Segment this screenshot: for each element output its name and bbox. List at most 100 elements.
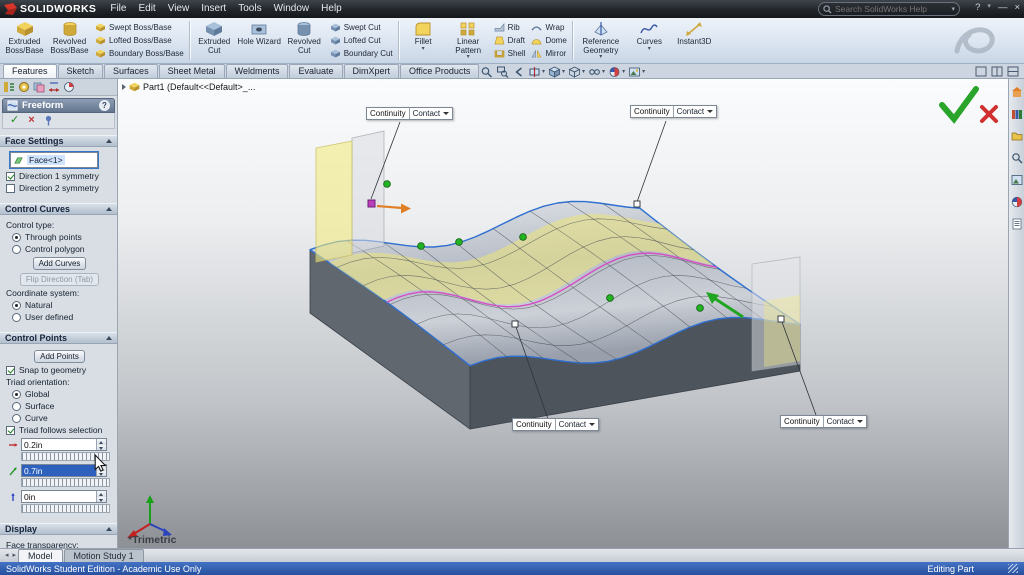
view-orientation-button[interactable]: ▾ <box>548 66 565 78</box>
rib-button[interactable]: Rib <box>494 23 526 32</box>
natural-radio[interactable]: Natural <box>12 300 113 310</box>
draft-button[interactable]: Draft <box>494 36 526 45</box>
section-control-curves[interactable]: Control Curves <box>0 203 117 215</box>
offset-z-input[interactable] <box>22 491 96 502</box>
selected-control-point[interactable] <box>367 199 376 208</box>
extruded-boss-button[interactable]: Extruded Boss/Base <box>2 19 47 62</box>
radio-icon[interactable] <box>12 300 21 310</box>
selected-face[interactable]: Face<1> <box>27 155 65 165</box>
offset-z-slider[interactable] <box>21 504 110 513</box>
offset-y-input[interactable] <box>22 465 96 476</box>
dimxpertmanager-icon[interactable] <box>48 81 60 93</box>
mirror-button[interactable]: Mirror <box>531 49 566 58</box>
tab-weldments[interactable]: Weldments <box>225 64 289 78</box>
user-defined-radio[interactable]: User defined <box>12 312 113 322</box>
face-selection-list[interactable]: Face<1> <box>9 151 99 169</box>
configurationmanager-icon[interactable] <box>33 81 45 93</box>
direction2-symmetry-checkbox[interactable]: Direction 2 symmetry <box>6 183 113 193</box>
radio-icon[interactable] <box>12 401 21 411</box>
continuity-callout-3[interactable]: Continuity Contact <box>512 418 600 431</box>
tab-motion-study[interactable]: Motion Study 1 <box>63 549 144 562</box>
continuity-dropdown[interactable]: Contact <box>408 108 453 119</box>
search-icon[interactable] <box>1011 152 1023 164</box>
tree-root-label[interactable]: Part1 (Default<<Default>_... <box>143 82 255 92</box>
radio-icon[interactable] <box>12 232 21 242</box>
tab-features[interactable]: Features <box>3 64 57 78</box>
lofted-cut-button[interactable]: Lofted Cut <box>330 36 393 45</box>
add-points-button[interactable]: Add Points <box>34 350 85 363</box>
continuity-callout-4[interactable]: Continuity Contact <box>780 415 868 428</box>
minimize-button[interactable]: — <box>998 2 1008 13</box>
revolved-boss-button[interactable]: Revolved Boss/Base <box>47 19 92 62</box>
tab-evaluate[interactable]: Evaluate <box>289 64 343 78</box>
hole-wizard-button[interactable]: Hole Wizard <box>237 19 282 62</box>
graphics-area[interactable]: Part1 (Default<<Default>_... Continuity … <box>118 79 1008 548</box>
swept-boss-button[interactable]: Swept Boss/Base <box>95 23 184 32</box>
p​m-ok-button[interactable]: ✓ <box>10 115 19 126</box>
checkbox-icon[interactable] <box>6 171 15 181</box>
search-dropdown-icon[interactable]: ▾ <box>951 5 955 13</box>
appearances-scenes-icon[interactable] <box>1011 196 1023 208</box>
tab-dimxpert[interactable]: DimXpert <box>343 64 400 78</box>
expand-arrow-icon[interactable] <box>122 84 126 90</box>
zoom-to-area-button[interactable] <box>496 66 509 78</box>
menu-window[interactable]: Window <box>268 0 316 18</box>
wrap-button[interactable]: Wrap <box>531 23 566 32</box>
curves-button[interactable]: Curves ▾ <box>627 19 672 62</box>
collapse-chevron-icon[interactable] <box>106 207 112 211</box>
solidworks-resources-icon[interactable] <box>1011 86 1023 98</box>
triad-global-radio[interactable]: Global <box>12 389 113 399</box>
fullscreen-icon[interactable] <box>975 66 987 77</box>
continuity-dropdown[interactable]: Contact <box>822 416 867 427</box>
tab-surfaces[interactable]: Surfaces <box>104 64 158 78</box>
revolved-cut-button[interactable]: Revolved Cut <box>282 19 327 62</box>
help-dropdown-icon[interactable]: ▾ <box>987 2 991 13</box>
add-curves-button[interactable]: Add Curves <box>32 257 87 270</box>
continuity-callout-2[interactable]: Continuity Contact <box>630 105 718 118</box>
direction1-symmetry-checkbox[interactable]: Direction 1 symmetry <box>6 171 113 181</box>
triad-follows-selection-checkbox[interactable]: Triad follows selection <box>6 425 113 435</box>
confirm-ok-button[interactable] <box>939 86 979 124</box>
menu-help[interactable]: Help <box>315 0 348 18</box>
radio-icon[interactable] <box>12 244 21 254</box>
file-explorer-icon[interactable] <box>1011 130 1023 142</box>
search-input[interactable] <box>835 4 949 14</box>
extruded-cut-button[interactable]: Extruded Cut <box>192 19 237 62</box>
boundary-cut-button[interactable]: Boundary Cut <box>330 49 393 58</box>
through-points-radio[interactable]: Through points <box>12 232 113 242</box>
design-library-icon[interactable] <box>1011 108 1023 120</box>
snap-to-geometry-checkbox[interactable]: Snap to geometry <box>6 365 113 375</box>
section-face-settings[interactable]: Face Settings <box>0 135 117 147</box>
tab-model[interactable]: Model <box>18 549 63 562</box>
custom-properties-icon[interactable] <box>1011 218 1023 230</box>
offset-x-field[interactable] <box>21 438 107 451</box>
section-display[interactable]: Display <box>0 523 117 535</box>
continuity-dropdown[interactable]: Contact <box>554 419 599 430</box>
section-control-points[interactable]: Control Points <box>0 332 117 344</box>
checkbox-icon[interactable] <box>6 183 15 193</box>
featuremanager-tree-icon[interactable] <box>3 81 15 93</box>
edit-appearance-button[interactable]: ▾ <box>608 66 625 78</box>
instant3d-button[interactable]: Instant3D <box>672 19 717 62</box>
propertymanager-icon[interactable] <box>18 81 30 93</box>
linear-pattern-button[interactable]: Linear Pattern ▾ <box>446 19 491 62</box>
menu-edit[interactable]: Edit <box>132 0 161 18</box>
menu-insert[interactable]: Insert <box>195 0 232 18</box>
continuity-dropdown[interactable]: Contact <box>672 106 717 117</box>
lofted-boss-button[interactable]: Lofted Boss/Base <box>95 36 184 45</box>
menu-tools[interactable]: Tools <box>232 0 267 18</box>
checkbox-icon[interactable] <box>6 365 15 375</box>
radio-icon[interactable] <box>12 413 21 423</box>
offset-y-slider[interactable] <box>21 478 110 487</box>
triad-curve-radio[interactable]: Curve <box>12 413 113 423</box>
tab-scroll-right-icon[interactable]: ▸ <box>11 549 19 562</box>
view-palette-icon[interactable] <box>1011 174 1023 186</box>
previous-view-button[interactable] <box>512 66 525 78</box>
spin-down-icon[interactable] <box>97 496 106 502</box>
continuity-callout-1[interactable]: Continuity Contact <box>366 107 454 120</box>
split-pane-icon[interactable] <box>991 66 1003 77</box>
offset-z-field[interactable] <box>21 490 107 503</box>
close-pane-icon[interactable] <box>1007 66 1019 77</box>
checkbox-icon[interactable] <box>6 425 15 435</box>
tab-scroll-left-icon[interactable]: ◂ <box>3 549 11 562</box>
